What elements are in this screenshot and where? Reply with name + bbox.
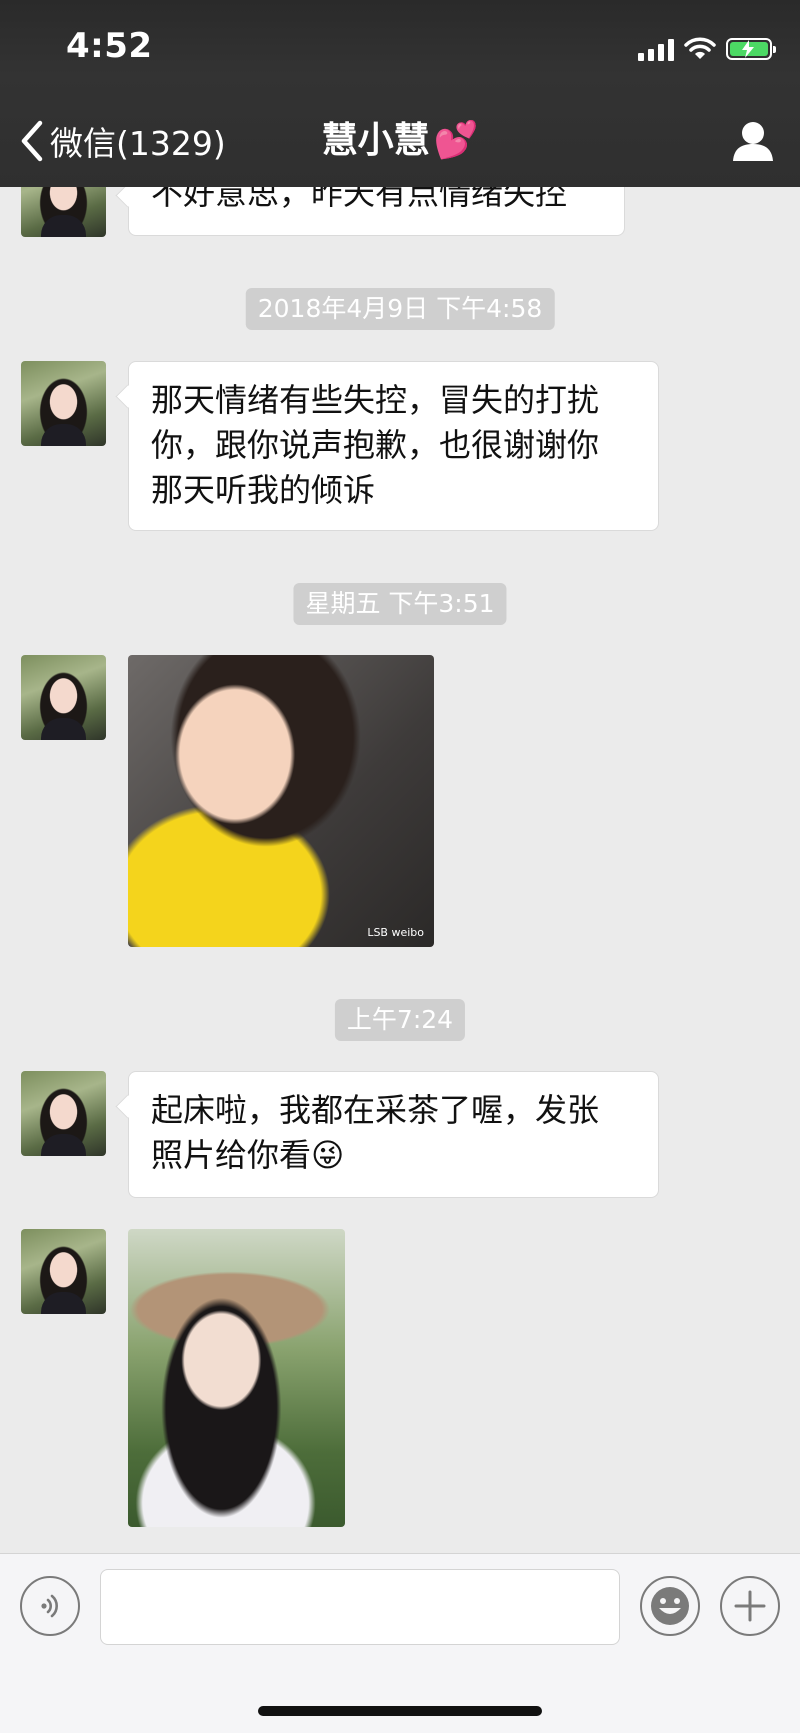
timestamp: 星期五 下午3:51	[293, 583, 507, 625]
voice-icon	[41, 1594, 58, 1618]
more-functions-button[interactable]	[720, 1576, 780, 1636]
plus-icon	[734, 1590, 766, 1622]
status-time: 4:52	[66, 26, 153, 66]
contact-avatar[interactable]	[21, 361, 106, 446]
cellular-signal-icon	[638, 37, 674, 61]
contact-avatar[interactable]	[21, 655, 106, 740]
message-text-line-2: 照片给你看😜	[151, 1133, 636, 1178]
status-icons	[638, 34, 776, 64]
contact-avatar[interactable]	[21, 1071, 106, 1156]
message-text-line: 那天听我的倾诉	[151, 471, 376, 509]
message-bubble[interactable]: 起床啦，我都在采茶了喔，发张 照片给你看😜	[128, 1071, 659, 1198]
message-text-line: 起床啦，我都在采茶了喔，发张	[151, 1091, 600, 1129]
person-icon	[733, 122, 773, 161]
emoji-button[interactable]	[640, 1576, 700, 1636]
message-text-line: 照片给你看	[151, 1136, 312, 1174]
contact-name: 慧小慧	[321, 120, 430, 161]
message-text-line: 你，跟你说声抱歉，也很谢谢你	[151, 426, 600, 464]
message-input[interactable]	[100, 1569, 620, 1645]
hearts-emoji-icon: 💕	[433, 120, 479, 161]
wink-emoji-icon: 😜	[311, 1136, 345, 1174]
photo-message-laughing-girl[interactable]: LSB weibo	[128, 655, 434, 947]
wifi-icon	[684, 37, 716, 61]
photo-message-tea-picking[interactable]	[128, 1229, 345, 1527]
contact-info-button[interactable]	[728, 116, 778, 166]
timestamp: 上午7:24	[334, 999, 466, 1041]
photo-watermark: LSB weibo	[367, 926, 424, 939]
chat-title: 慧小慧 💕	[0, 116, 800, 166]
battery-charging-icon	[726, 38, 776, 60]
navigation-bar: 4:52 微信(1329) 慧小慧 💕	[0, 0, 800, 187]
voice-input-button[interactable]	[20, 1576, 80, 1636]
message-bubble[interactable]: 那天情绪有些失控，冒失的打扰 你，跟你说声抱歉，也很谢谢你 那天听我的倾诉	[128, 361, 659, 531]
chat-area[interactable]: 不好意思，昨天有点情绪失控 2018年4月9日 下午4:58 那天情绪有些失控，…	[0, 0, 800, 1553]
home-indicator[interactable]	[258, 1706, 542, 1716]
message-text-line: 那天情绪有些失控，冒失的打扰	[151, 381, 600, 419]
contact-avatar[interactable]	[21, 1229, 106, 1314]
smiley-icon	[651, 1587, 689, 1625]
input-bar	[0, 1553, 800, 1733]
timestamp: 2018年4月9日 下午4:58	[245, 288, 555, 330]
